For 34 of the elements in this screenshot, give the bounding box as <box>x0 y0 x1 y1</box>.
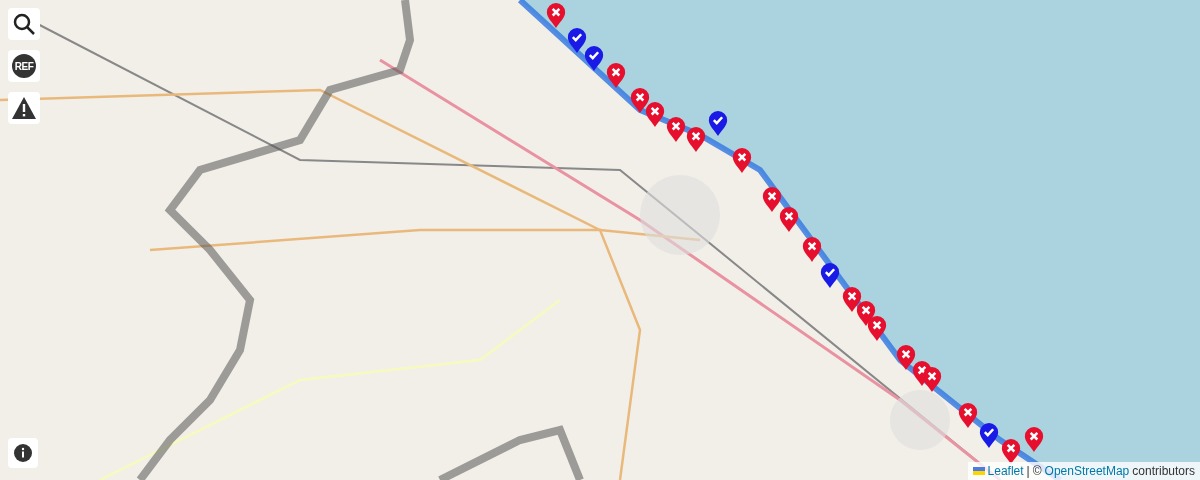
leaflet-link[interactable]: Leaflet <box>987 462 1024 480</box>
ref-button[interactable]: REF <box>8 50 40 82</box>
cross-pin-icon[interactable] <box>606 62 626 89</box>
check-pin-icon[interactable] <box>820 262 840 289</box>
cross-pin-icon[interactable] <box>779 206 799 233</box>
cross-pin-icon[interactable] <box>645 101 665 128</box>
cross-pin-icon[interactable] <box>732 147 752 174</box>
cross-pin-icon[interactable] <box>1024 426 1044 453</box>
info-icon <box>14 444 32 462</box>
flag-icon <box>972 467 985 475</box>
cross-pin-icon[interactable] <box>922 366 942 393</box>
cross-pin-icon[interactable] <box>630 87 650 114</box>
separator-text: | <box>1026 463 1030 480</box>
check-pin-icon[interactable] <box>584 45 604 72</box>
search-icon <box>12 12 36 36</box>
info-button[interactable] <box>8 438 38 468</box>
check-pin-icon[interactable] <box>708 110 728 137</box>
warning-button[interactable] <box>8 92 40 124</box>
cross-pin-icon[interactable] <box>842 286 862 313</box>
cross-pin-icon[interactable] <box>958 402 978 429</box>
openstreetmap-link[interactable]: OpenStreetMap <box>1044 462 1130 480</box>
cross-pin-icon[interactable] <box>666 116 686 143</box>
cross-pin-icon[interactable] <box>802 236 822 263</box>
cross-pin-icon[interactable] <box>546 2 566 29</box>
check-pin-icon[interactable] <box>567 27 587 54</box>
check-pin-icon[interactable] <box>979 422 999 449</box>
cross-pin-icon[interactable] <box>686 126 706 153</box>
cross-pin-icon[interactable] <box>896 344 916 371</box>
copyright-text: © <box>1032 463 1042 480</box>
search-button[interactable] <box>8 8 40 40</box>
cross-pin-icon[interactable] <box>762 186 782 213</box>
contributors-text: contributors <box>1132 463 1195 480</box>
cross-pin-icon[interactable] <box>867 315 887 342</box>
warning-icon <box>11 96 37 120</box>
